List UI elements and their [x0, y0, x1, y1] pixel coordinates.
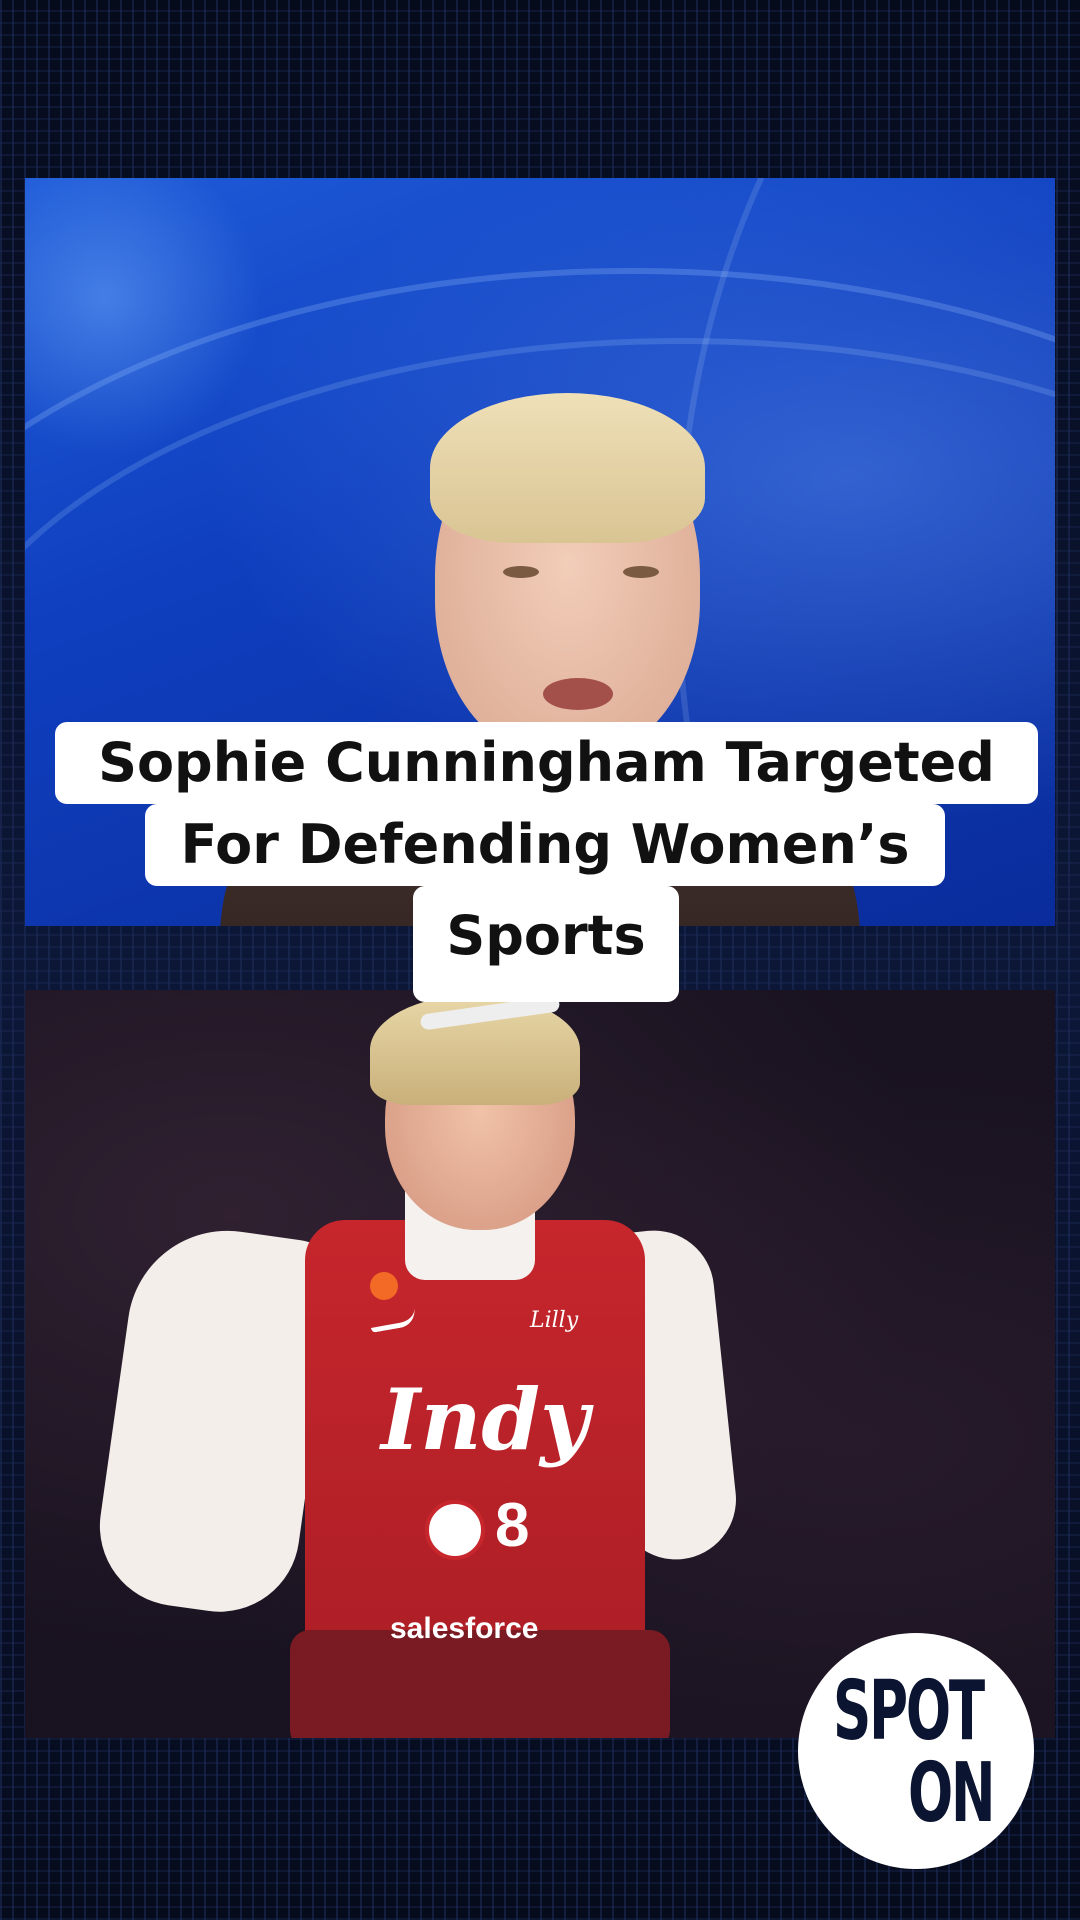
spot-on-logo: SPOT ON	[798, 1633, 1034, 1869]
jersey-brand-text: Lilly	[530, 1308, 579, 1333]
presenter-eye	[503, 566, 539, 578]
athlete-photo-frame: Lilly Indy 8 salesforce	[25, 990, 1055, 1738]
athlete-arm-left	[89, 1217, 341, 1623]
headline-caption-line-2: For Defending Women’s	[145, 804, 945, 886]
presenter-mouth	[543, 678, 613, 710]
headline-caption-line-3: Sports	[413, 886, 679, 1002]
league-badge-icon	[370, 1272, 398, 1300]
jersey-number: 8	[495, 1491, 530, 1560]
basketball-icon	[425, 1500, 485, 1560]
headline-caption-line-1: Sophie Cunningham Targeted	[55, 722, 1038, 804]
jersey-sponsor: salesforce	[390, 1612, 539, 1645]
presenter-hair	[430, 393, 705, 543]
logo-text-line-2: ON	[908, 1746, 995, 1841]
jersey-team-script: Indy	[381, 1370, 589, 1469]
athlete-shorts	[290, 1630, 670, 1738]
logo-text-line-1: SPOT	[833, 1664, 985, 1759]
presenter-eye	[623, 566, 659, 578]
